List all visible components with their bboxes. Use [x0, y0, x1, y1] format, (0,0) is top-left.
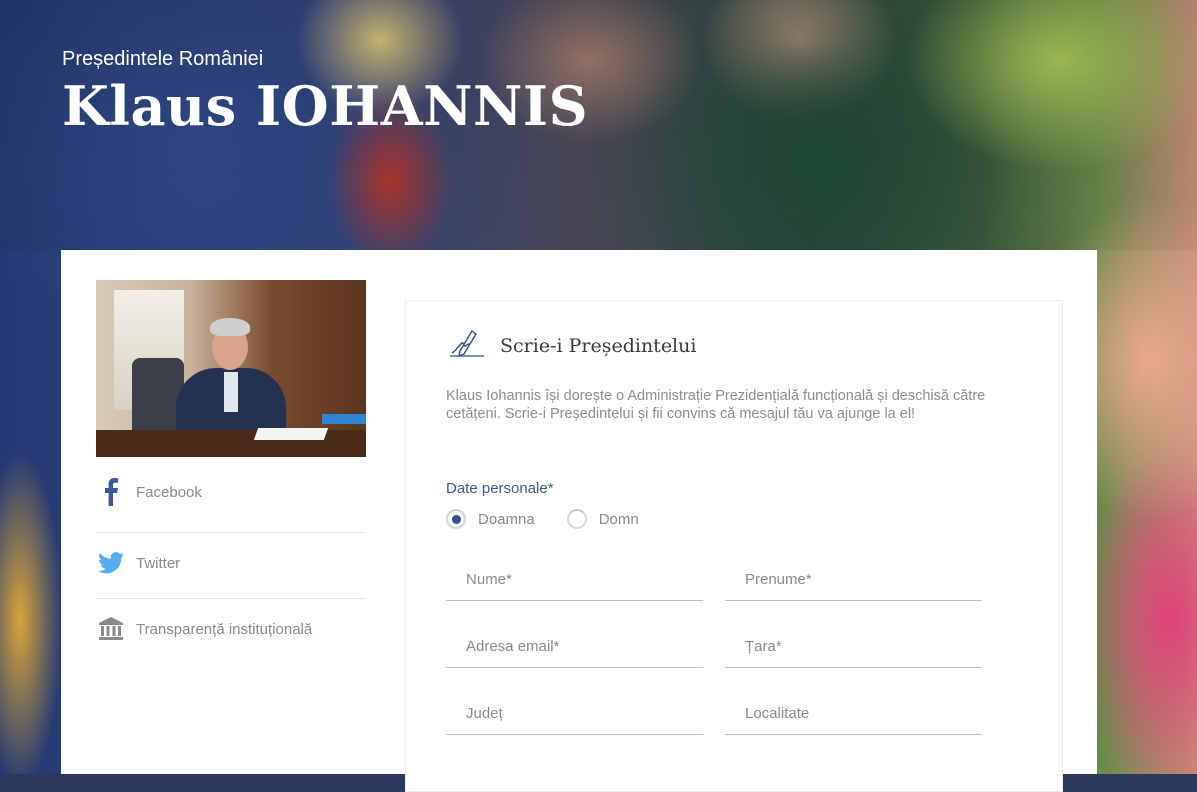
main-panel: Facebook Twitter Transparență instituțio… [61, 250, 1097, 792]
sidebar-link-twitter[interactable]: Twitter [96, 552, 366, 574]
sidebar-link-transparency[interactable]: Transparență instituțională [96, 617, 366, 641]
prenume-field[interactable] [725, 559, 982, 601]
sidebar-link-label: Twitter [136, 554, 181, 572]
radio-doamna[interactable]: Doamna [446, 509, 535, 529]
form-title: Scrie-i Președintelui [500, 334, 697, 357]
form-intro-text: Klaus Iohannis își dorește o Administraț… [446, 388, 986, 422]
tara-field[interactable] [725, 626, 982, 668]
form-header: Scrie-i Președintelui [446, 327, 696, 364]
twitter-icon [96, 552, 126, 574]
radio-circle[interactable] [566, 509, 587, 529]
email-field[interactable] [446, 626, 703, 668]
personal-data-label: Date personale* [446, 480, 554, 497]
sidebar-link-label: Facebook [136, 483, 202, 501]
sidebar-divider [96, 532, 366, 533]
radio-circle-selected[interactable] [446, 509, 466, 529]
required-mark: * [547, 480, 554, 497]
sidebar-link-facebook[interactable]: Facebook [96, 478, 366, 506]
sidebar-divider [96, 598, 366, 599]
contact-form: Scrie-i Președintelui Klaus Iohannis își… [405, 300, 1063, 792]
hero-subtitle: Președintele României [62, 48, 264, 70]
hero-title: Klaus IOHANNIS [62, 74, 589, 138]
salutation-radio-group: Doamna Domn [446, 509, 671, 529]
localitate-field[interactable] [725, 693, 982, 735]
president-portrait [96, 280, 366, 457]
institution-icon [96, 617, 126, 641]
sidebar-link-label: Transparență instituțională [136, 620, 313, 638]
radio-label: Domn [598, 510, 639, 528]
facebook-icon [96, 478, 126, 506]
radio-label: Doamna [478, 510, 535, 528]
judet-field[interactable] [446, 693, 703, 735]
signature-pen-icon [446, 327, 486, 364]
radio-domn[interactable]: Domn [566, 509, 639, 529]
nume-field[interactable] [446, 559, 703, 601]
